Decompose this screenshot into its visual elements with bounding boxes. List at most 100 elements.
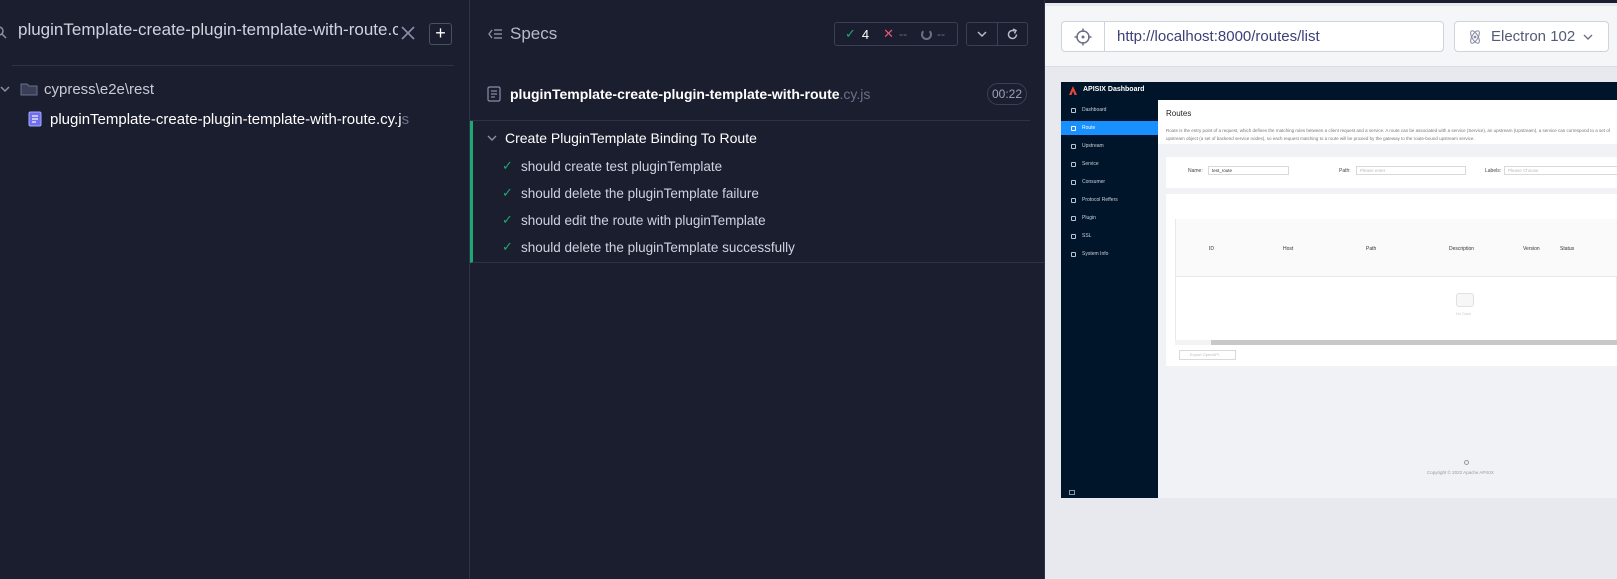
path-filter-input[interactable]: Please enter [1356,166,1466,175]
dashboard-footer: Copyright © 2022 Apache APISIX [1427,470,1494,475]
spec-search-input[interactable]: pluginTemplate-create-plugin-template-wi… [18,20,398,48]
passed-count: 4 [861,26,870,42]
nav-label: Dashboard [1082,107,1107,113]
nav-label: Upstream [1082,143,1104,149]
spec-list-panel: pluginTemplate-create-plugin-template-wi… [0,0,470,579]
upstream-icon [1071,143,1076,149]
nav-item-upstream[interactable]: Upstream [1061,139,1158,153]
page-description: Route is the entry point of a request, w… [1166,128,1610,141]
suite-header[interactable]: Create PluginTemplate Binding To Route [487,127,757,149]
chevron-down-icon [0,86,10,93]
refresh-icon [1007,27,1018,39]
document-icon [487,86,501,102]
dashboard-sidebar: Dashboard Route Upstream Service Consume… [1061,100,1158,498]
test-stats: ✓ 4 ✕ -- -- [834,22,958,46]
check-icon: ✓ [502,158,513,173]
info-icon [1071,251,1076,257]
aut-iframe: APISIX Dashboard Dashboard Route Upstrea… [1061,82,1617,498]
test-item[interactable]: ✓ should edit the route with pluginTempl… [502,209,766,231]
browser-label: Electron 102 [1491,28,1576,45]
empty-inbox-icon [1456,293,1474,307]
protocol-icon [1071,197,1076,203]
test-title: should delete the pluginTemplate success… [521,239,795,255]
rerun-button[interactable] [996,23,1027,45]
pending-count: -- [937,27,946,41]
nav-item-service[interactable]: Service [1061,157,1158,171]
check-icon: ✓ [502,212,513,227]
nav-item-protocol-reffers[interactable]: Protocol Reffers [1061,193,1158,207]
cypress-runner: pluginTemplate-create-plugin-template-wi… [0,0,1617,579]
page-title: Routes [1166,109,1192,118]
test-title: should create test pluginTemplate [521,158,723,174]
spec-folder-row[interactable]: cypress\e2e\rest [0,78,154,100]
suite-title: Create PluginTemplate Binding To Route [505,130,757,146]
routes-table: ID Host Path Description Version Status … [1175,219,1617,342]
route-icon [1071,125,1076,131]
test-item[interactable]: ✓ should delete the pluginTemplate succe… [502,236,795,258]
reporter-header: Specs ✓ 4 ✕ -- -- [470,0,1045,66]
column-header: Path [1366,246,1377,252]
divider [12,65,454,66]
chevron-down-icon [487,135,497,141]
aut-url-input[interactable]: http://localhost:8000/routes/list [1104,21,1444,52]
pending-icon [921,28,933,40]
labels-filter-label: Labels: [1485,168,1502,174]
failed-count: -- [899,27,908,41]
column-header: Host [1283,246,1294,252]
export-openapi-button[interactable]: Export OpenAPI [1179,350,1236,360]
browser-select[interactable]: Electron 102 [1454,21,1609,52]
scrollbar-thumb[interactable] [1211,340,1617,345]
column-header: ID [1209,246,1214,252]
spec-file-item[interactable]: pluginTemplate-create-plugin-template-wi… [28,108,409,130]
spec-file-name: pluginTemplate-create-plugin-template-wi… [50,111,409,128]
nav-item-consumer[interactable]: Consumer [1061,175,1158,189]
test-title: should edit the route with pluginTemplat… [521,212,766,228]
running-spec-name-text: pluginTemplate-create-plugin-template-wi… [510,86,840,102]
expand-collapse-button[interactable] [967,23,997,45]
nav-item-dashboard[interactable]: Dashboard [1061,103,1158,117]
nav-label: Consumer [1082,179,1106,185]
name-filter-input[interactable]: test_route [1208,166,1289,175]
spec-search-row: pluginTemplate-create-plugin-template-wi… [0,0,470,66]
ssl-icon [1071,233,1076,239]
test-item[interactable]: ✓ should delete the pluginTemplate failu… [502,182,759,204]
electron-icon [1470,29,1480,44]
apisix-logo-icon [1069,86,1077,95]
reporter-controls [966,22,1028,46]
close-icon[interactable] [400,25,416,41]
dashboard-topbar: APISIX Dashboard [1061,82,1617,100]
column-header: Status [1560,246,1575,252]
test-item[interactable]: ✓ should create test pluginTemplate [502,155,722,177]
dashboard-page-header: Routes Route is the entry point of a req… [1158,100,1617,144]
labels-filter-select[interactable]: Please Choose [1504,166,1617,175]
nav-label: SSL [1082,233,1092,239]
nav-item-plugin[interactable]: Plugin [1061,211,1158,225]
chevron-down-icon [1583,34,1593,40]
nav-item-ssl[interactable]: SSL [1061,229,1158,243]
app-under-test-panel: http://localhost:8000/routes/list Electr… [1045,0,1617,579]
column-header: Description [1449,246,1475,252]
nav-item-route[interactable]: Route [1061,121,1158,135]
check-icon: ✓ [502,185,513,200]
nav-label: Route [1082,125,1096,131]
menu-collapse-icon[interactable] [1069,490,1075,495]
spec-file-ext: s [401,110,410,128]
run-duration-badge: 00:22 [987,83,1027,105]
x-icon: ✕ [883,26,895,41]
add-spec-button[interactable]: + [429,23,452,45]
nav-label: Service [1082,161,1099,167]
running-spec-name: pluginTemplate-create-plugin-template-wi… [510,86,870,102]
name-filter-label: Name: [1188,168,1203,174]
nav-item-system-info[interactable]: System Info [1061,247,1158,261]
table-scrollbar[interactable] [1175,340,1617,345]
collapse-specs-icon[interactable] [487,27,503,41]
test-suite: Create PluginTemplate Binding To Route ✓… [470,121,1045,263]
nav-label: Plugin [1082,215,1096,221]
test-title: should delete the pluginTemplate failure [521,185,759,201]
check-icon: ✓ [845,26,856,41]
dashboard-icon [1071,107,1076,113]
github-icon[interactable] [1464,460,1469,465]
selector-playground-button[interactable] [1061,21,1104,52]
chevron-down-icon [977,31,987,38]
nav-label: System Info [1082,251,1109,257]
